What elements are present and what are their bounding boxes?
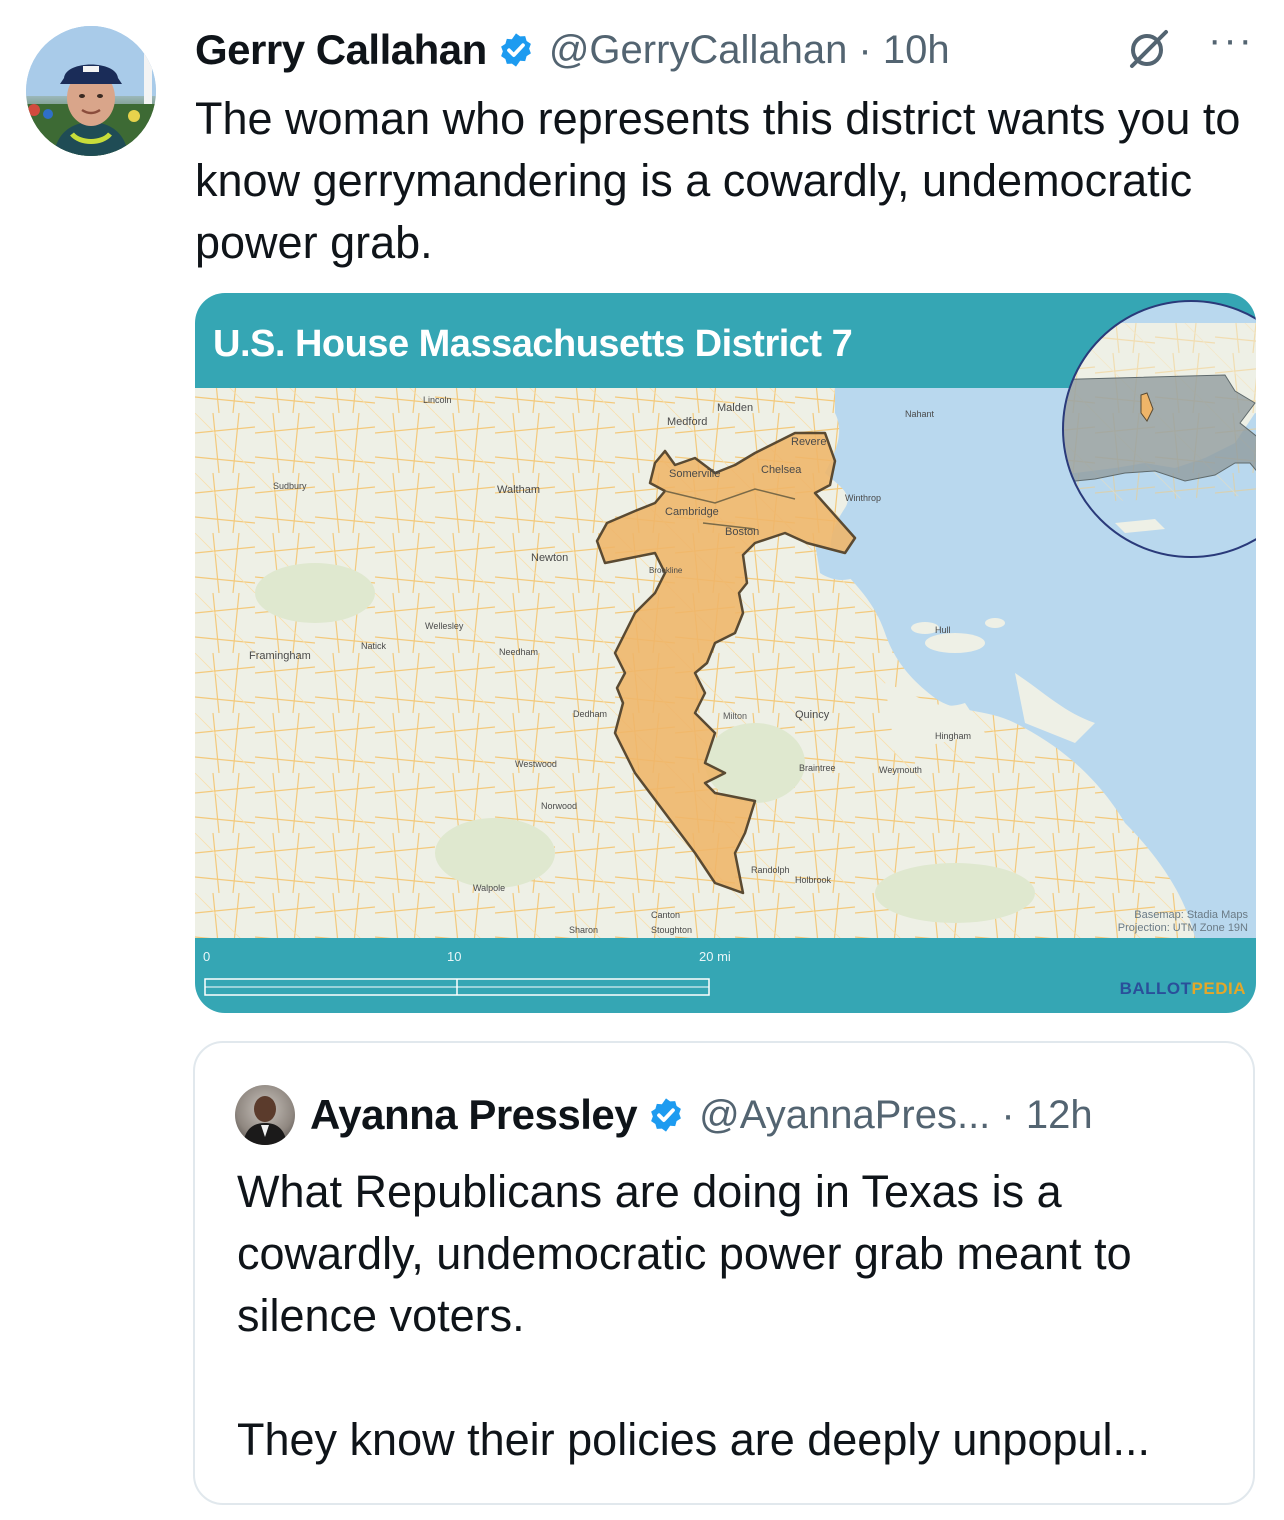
verified-badge-icon: [500, 33, 531, 67]
quoted-author-handle-time[interactable]: @AyannaPres... · 12h: [699, 1093, 1092, 1138]
author-handle-time[interactable]: @GerryCallahan · 10h: [549, 28, 950, 73]
label-milton: Milton: [723, 711, 747, 721]
label-somerville: Somerville: [669, 468, 720, 480]
scale-label-20: 20 mi: [699, 949, 731, 964]
label-sudbury: Sudbury: [273, 481, 307, 491]
quoted-author-name[interactable]: Ayanna Pressley: [310, 1091, 638, 1139]
district-map: Medford Malden Revere Chelsea Somerville…: [195, 300, 1256, 996]
label-randolph: Randolph: [751, 865, 790, 875]
avatar-photo: [26, 26, 156, 156]
label-sharon: Sharon: [569, 925, 598, 935]
label-holbrook: Holbrook: [795, 875, 832, 885]
tweet-media-map[interactable]: Medford Malden Revere Chelsea Somerville…: [195, 293, 1256, 1013]
more-options-icon[interactable]: ···: [1208, 18, 1254, 63]
label-medford: Medford: [667, 416, 707, 428]
label-hull: Hull: [935, 625, 951, 635]
grok-button[interactable]: [1126, 26, 1172, 72]
quoted-author-avatar[interactable]: [235, 1085, 295, 1145]
scale-label-0: 0: [203, 949, 211, 964]
label-waltham: Waltham: [497, 484, 540, 496]
label-braintree: Braintree: [799, 763, 836, 773]
quoted-text-paragraph-2: They know their policies are deeply unpo…: [237, 1414, 1151, 1465]
label-lincoln: Lincoln: [423, 395, 452, 405]
map-title: U.S. House Massachusetts District 7: [213, 323, 853, 365]
label-newton: Newton: [531, 552, 568, 564]
tweet-text: The woman who represents this district w…: [195, 93, 1241, 268]
label-westwood: Westwood: [515, 759, 557, 769]
label-natick: Natick: [361, 641, 387, 651]
label-nahant: Nahant: [905, 409, 935, 419]
author-avatar[interactable]: [26, 26, 156, 156]
label-quincy: Quincy: [795, 709, 830, 721]
label-chelsea: Chelsea: [761, 464, 802, 476]
brand-ballot: BALLOT: [1119, 979, 1192, 998]
label-cambridge: Cambridge: [665, 506, 719, 518]
quoted-tweet-text: What Republicans are doing in Texas is a…: [237, 1161, 1237, 1471]
credit-line-1: Basemap: Stadia Maps: [1134, 909, 1248, 921]
label-revere: Revere: [791, 436, 826, 448]
basemap-credit: Basemap: Stadia Maps Projection: UTM Zon…: [1118, 909, 1248, 935]
quoted-avatar-photo: [243, 1096, 287, 1145]
tweet-header: Gerry Callahan @GerryCallahan · 10h: [195, 22, 950, 78]
scale-label-10: 10: [447, 949, 462, 964]
label-weymouth: Weymouth: [879, 765, 922, 775]
label-brookline: Brookline: [649, 566, 683, 575]
label-needham: Needham: [499, 647, 538, 657]
label-wellesley: Wellesley: [425, 621, 464, 631]
verified-badge-icon: [651, 1098, 682, 1132]
label-canton: Canton: [651, 910, 680, 920]
brand-pedia: PEDIA: [1191, 979, 1246, 998]
label-norwood: Norwood: [541, 801, 577, 811]
ballotpedia-logo: BALLOTPEDIA: [1120, 979, 1246, 999]
label-boston: Boston: [725, 526, 759, 538]
label-hingham: Hingham: [935, 731, 971, 741]
label-malden: Malden: [717, 402, 753, 414]
label-stoughton: Stoughton: [651, 925, 692, 935]
label-framingham: Framingham: [249, 650, 311, 662]
grok-icon: [1130, 30, 1168, 68]
quoted-tweet-header: Ayanna Pressley @AyannaPres... · 12h: [310, 1087, 1093, 1143]
label-walpole: Walpole: [473, 883, 505, 893]
author-name[interactable]: Gerry Callahan: [195, 26, 487, 74]
quoted-tweet[interactable]: Ayanna Pressley @AyannaPres... · 12h Wha…: [193, 1041, 1255, 1505]
label-winthrop: Winthrop: [845, 493, 881, 503]
label-dedham: Dedham: [573, 709, 607, 719]
quoted-text-paragraph-1: What Republicans are doing in Texas is a…: [237, 1166, 1132, 1341]
credit-line-2: Projection: UTM Zone 19N: [1117, 922, 1248, 934]
